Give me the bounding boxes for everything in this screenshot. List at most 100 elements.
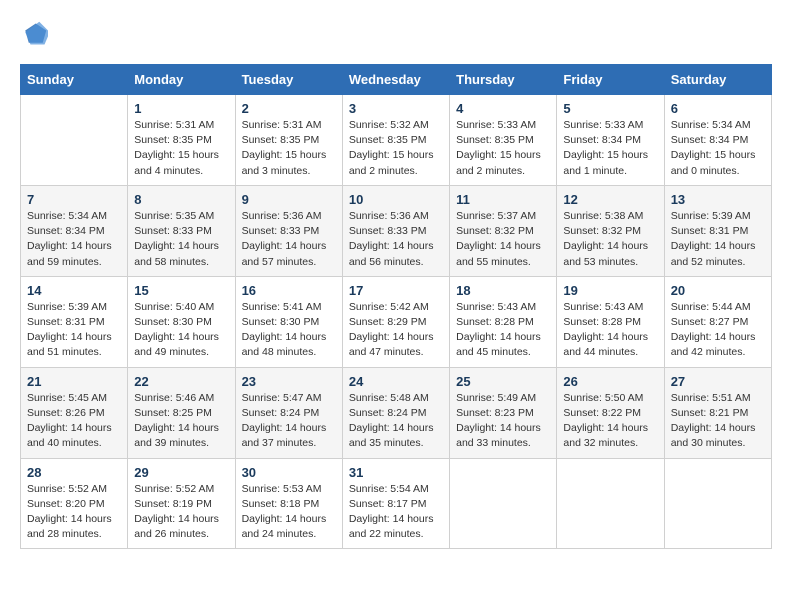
logo-icon xyxy=(20,20,48,48)
calendar-week-row: 28Sunrise: 5:52 AM Sunset: 8:20 PM Dayli… xyxy=(21,458,772,549)
day-number: 27 xyxy=(671,374,765,389)
cell-info: Sunrise: 5:43 AM Sunset: 8:28 PM Dayligh… xyxy=(456,300,550,361)
cell-info: Sunrise: 5:39 AM Sunset: 8:31 PM Dayligh… xyxy=(27,300,121,361)
day-number: 5 xyxy=(563,101,657,116)
day-number: 11 xyxy=(456,192,550,207)
calendar-cell: 22 Sunrise: 5:46 AM Sunset: 8:25 PM Dayli… xyxy=(128,367,235,458)
calendar-cell: 21 Sunrise: 5:45 AM Sunset: 8:26 PM Dayli… xyxy=(21,367,128,458)
cell-info: Sunrise: 5:41 AM Sunset: 8:30 PM Dayligh… xyxy=(242,300,336,361)
day-number: 23 xyxy=(242,374,336,389)
cell-info: Sunrise: 5:36 AM Sunset: 8:33 PM Dayligh… xyxy=(349,209,443,270)
calendar-cell: 29Sunrise: 5:52 AM Sunset: 8:19 PM Dayli… xyxy=(128,458,235,549)
header-saturday: Saturday xyxy=(664,65,771,95)
cell-info: Sunrise: 5:31 AM Sunset: 8:35 PM Dayligh… xyxy=(242,118,336,179)
calendar-cell: 8 Sunrise: 5:35 AM Sunset: 8:33 PM Daylig… xyxy=(128,185,235,276)
day-number: 21 xyxy=(27,374,121,389)
day-number: 20 xyxy=(671,283,765,298)
cell-info: Sunrise: 5:39 AM Sunset: 8:31 PM Dayligh… xyxy=(671,209,765,270)
calendar-cell: 3Sunrise: 5:32 AM Sunset: 8:35 PM Daylig… xyxy=(342,95,449,186)
day-number: 16 xyxy=(242,283,336,298)
day-number: 18 xyxy=(456,283,550,298)
header-tuesday: Tuesday xyxy=(235,65,342,95)
cell-info: Sunrise: 5:48 AM Sunset: 8:24 PM Dayligh… xyxy=(349,391,443,452)
day-number: 7 xyxy=(27,192,121,207)
calendar-cell: 9 Sunrise: 5:36 AM Sunset: 8:33 PM Daylig… xyxy=(235,185,342,276)
calendar-cell: 11 Sunrise: 5:37 AM Sunset: 8:32 PM Dayli… xyxy=(450,185,557,276)
header-wednesday: Wednesday xyxy=(342,65,449,95)
day-number: 30 xyxy=(242,465,336,480)
day-number: 26 xyxy=(563,374,657,389)
calendar-week-row: 1Sunrise: 5:31 AM Sunset: 8:35 PM Daylig… xyxy=(21,95,772,186)
day-number: 28 xyxy=(27,465,121,480)
calendar-cell: 18 Sunrise: 5:43 AM Sunset: 8:28 PM Dayli… xyxy=(450,276,557,367)
logo xyxy=(20,20,52,48)
calendar-cell: 19 Sunrise: 5:43 AM Sunset: 8:28 PM Dayli… xyxy=(557,276,664,367)
calendar-cell: 16 Sunrise: 5:41 AM Sunset: 8:30 PM Dayli… xyxy=(235,276,342,367)
calendar-cell xyxy=(450,458,557,549)
calendar-week-row: 21 Sunrise: 5:45 AM Sunset: 8:26 PM Dayli… xyxy=(21,367,772,458)
calendar-table: SundayMondayTuesdayWednesdayThursdayFrid… xyxy=(20,64,772,549)
calendar-cell: 2 Sunrise: 5:31 AM Sunset: 8:35 PM Daylig… xyxy=(235,95,342,186)
cell-info: Sunrise: 5:33 AM Sunset: 8:34 PM Dayligh… xyxy=(563,118,657,179)
cell-info: Sunrise: 5:43 AM Sunset: 8:28 PM Dayligh… xyxy=(563,300,657,361)
day-number: 9 xyxy=(242,192,336,207)
cell-info: Sunrise: 5:46 AM Sunset: 8:25 PM Dayligh… xyxy=(134,391,228,452)
day-number: 14 xyxy=(27,283,121,298)
day-number: 13 xyxy=(671,192,765,207)
day-number: 22 xyxy=(134,374,228,389)
day-number: 3 xyxy=(349,101,443,116)
cell-info: Sunrise: 5:33 AM Sunset: 8:35 PM Dayligh… xyxy=(456,118,550,179)
calendar-cell: 5 Sunrise: 5:33 AM Sunset: 8:34 PM Daylig… xyxy=(557,95,664,186)
calendar-cell: 15 Sunrise: 5:40 AM Sunset: 8:30 PM Dayli… xyxy=(128,276,235,367)
calendar-cell: 7Sunrise: 5:34 AM Sunset: 8:34 PM Daylig… xyxy=(21,185,128,276)
calendar-cell: 24 Sunrise: 5:48 AM Sunset: 8:24 PM Dayli… xyxy=(342,367,449,458)
cell-info: Sunrise: 5:42 AM Sunset: 8:29 PM Dayligh… xyxy=(349,300,443,361)
calendar-cell xyxy=(557,458,664,549)
cell-info: Sunrise: 5:38 AM Sunset: 8:32 PM Dayligh… xyxy=(563,209,657,270)
calendar-cell: 25 Sunrise: 5:49 AM Sunset: 8:23 PM Dayli… xyxy=(450,367,557,458)
day-number: 19 xyxy=(563,283,657,298)
header-sunday: Sunday xyxy=(21,65,128,95)
calendar-cell: 13 Sunrise: 5:39 AM Sunset: 8:31 PM Dayli… xyxy=(664,185,771,276)
day-number: 4 xyxy=(456,101,550,116)
cell-info: Sunrise: 5:31 AM Sunset: 8:35 PM Dayligh… xyxy=(134,118,228,179)
calendar-cell: 12Sunrise: 5:38 AM Sunset: 8:32 PM Dayli… xyxy=(557,185,664,276)
day-number: 15 xyxy=(134,283,228,298)
calendar-cell: 6 Sunrise: 5:34 AM Sunset: 8:34 PM Daylig… xyxy=(664,95,771,186)
day-number: 25 xyxy=(456,374,550,389)
page-header xyxy=(20,20,772,48)
cell-info: Sunrise: 5:44 AM Sunset: 8:27 PM Dayligh… xyxy=(671,300,765,361)
calendar-cell: 14 Sunrise: 5:39 AM Sunset: 8:31 PM Dayli… xyxy=(21,276,128,367)
cell-info: Sunrise: 5:36 AM Sunset: 8:33 PM Dayligh… xyxy=(242,209,336,270)
header-monday: Monday xyxy=(128,65,235,95)
day-number: 2 xyxy=(242,101,336,116)
calendar-cell: 20 Sunrise: 5:44 AM Sunset: 8:27 PM Dayli… xyxy=(664,276,771,367)
calendar-cell: 31Sunrise: 5:54 AM Sunset: 8:17 PM Dayli… xyxy=(342,458,449,549)
calendar-cell: 4 Sunrise: 5:33 AM Sunset: 8:35 PM Daylig… xyxy=(450,95,557,186)
cell-info: Sunrise: 5:51 AM Sunset: 8:21 PM Dayligh… xyxy=(671,391,765,452)
header-friday: Friday xyxy=(557,65,664,95)
calendar-cell: 1Sunrise: 5:31 AM Sunset: 8:35 PM Daylig… xyxy=(128,95,235,186)
calendar-cell: 28Sunrise: 5:52 AM Sunset: 8:20 PM Dayli… xyxy=(21,458,128,549)
cell-info: Sunrise: 5:50 AM Sunset: 8:22 PM Dayligh… xyxy=(563,391,657,452)
cell-info: Sunrise: 5:47 AM Sunset: 8:24 PM Dayligh… xyxy=(242,391,336,452)
cell-info: Sunrise: 5:53 AM Sunset: 8:18 PM Dayligh… xyxy=(242,482,336,543)
cell-info: Sunrise: 5:52 AM Sunset: 8:19 PM Dayligh… xyxy=(134,482,228,543)
cell-info: Sunrise: 5:37 AM Sunset: 8:32 PM Dayligh… xyxy=(456,209,550,270)
calendar-week-row: 7Sunrise: 5:34 AM Sunset: 8:34 PM Daylig… xyxy=(21,185,772,276)
cell-info: Sunrise: 5:40 AM Sunset: 8:30 PM Dayligh… xyxy=(134,300,228,361)
day-number: 24 xyxy=(349,374,443,389)
cell-info: Sunrise: 5:45 AM Sunset: 8:26 PM Dayligh… xyxy=(27,391,121,452)
cell-info: Sunrise: 5:34 AM Sunset: 8:34 PM Dayligh… xyxy=(671,118,765,179)
day-number: 8 xyxy=(134,192,228,207)
calendar-cell: 27 Sunrise: 5:51 AM Sunset: 8:21 PM Dayli… xyxy=(664,367,771,458)
calendar-cell: 23 Sunrise: 5:47 AM Sunset: 8:24 PM Dayli… xyxy=(235,367,342,458)
calendar-header-row: SundayMondayTuesdayWednesdayThursdayFrid… xyxy=(21,65,772,95)
header-thursday: Thursday xyxy=(450,65,557,95)
calendar-cell: 10Sunrise: 5:36 AM Sunset: 8:33 PM Dayli… xyxy=(342,185,449,276)
cell-info: Sunrise: 5:49 AM Sunset: 8:23 PM Dayligh… xyxy=(456,391,550,452)
calendar-cell: 17Sunrise: 5:42 AM Sunset: 8:29 PM Dayli… xyxy=(342,276,449,367)
calendar-week-row: 14 Sunrise: 5:39 AM Sunset: 8:31 PM Dayli… xyxy=(21,276,772,367)
day-number: 6 xyxy=(671,101,765,116)
cell-info: Sunrise: 5:35 AM Sunset: 8:33 PM Dayligh… xyxy=(134,209,228,270)
